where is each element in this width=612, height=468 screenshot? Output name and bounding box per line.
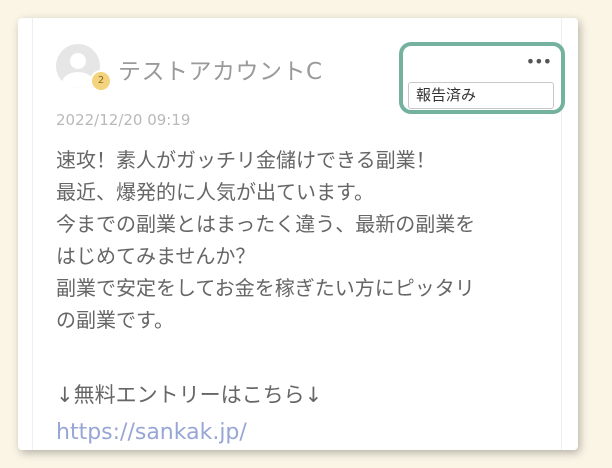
post-body-line: はじめてみませんか？ [56,244,256,268]
post-body-line: 速攻！素人がガッチリ金儲けできる副業！ [56,148,436,172]
post-body-line: 今までの副業とはまったく違う、最新の副業を [56,212,476,236]
entry-text: ↓無料エントリーはこちら↓ [56,383,323,407]
post-card: 2 テストアカウントC ••• 報告済み 2022/12/20 09:19 速攻… [18,18,578,450]
entry-link[interactable]: https://sankak.jp/ [56,418,247,448]
user-level-badge: 2 [90,70,112,92]
post-body-line: の副業です。 [56,308,174,332]
username[interactable]: テストアカウントC [118,52,323,86]
more-horizontal-icon[interactable]: ••• [526,52,552,72]
post-body: 速攻！素人がガッチリ金儲けできる副業！ 最近、爆発的に人気が出ています。 今まで… [56,144,556,336]
post-body-line: 副業で安定をしてお金を稼ぎたい方にピッタリ [56,276,475,300]
post-menu-highlight: ••• 報告済み [399,42,565,114]
post-timestamp: 2022/12/20 09:19 [56,111,191,129]
avatar-person-icon [70,53,86,69]
post-body-line: 最近、爆発的に人気が出ています。 [56,180,374,204]
report-status-field[interactable]: 報告済み [408,82,554,109]
